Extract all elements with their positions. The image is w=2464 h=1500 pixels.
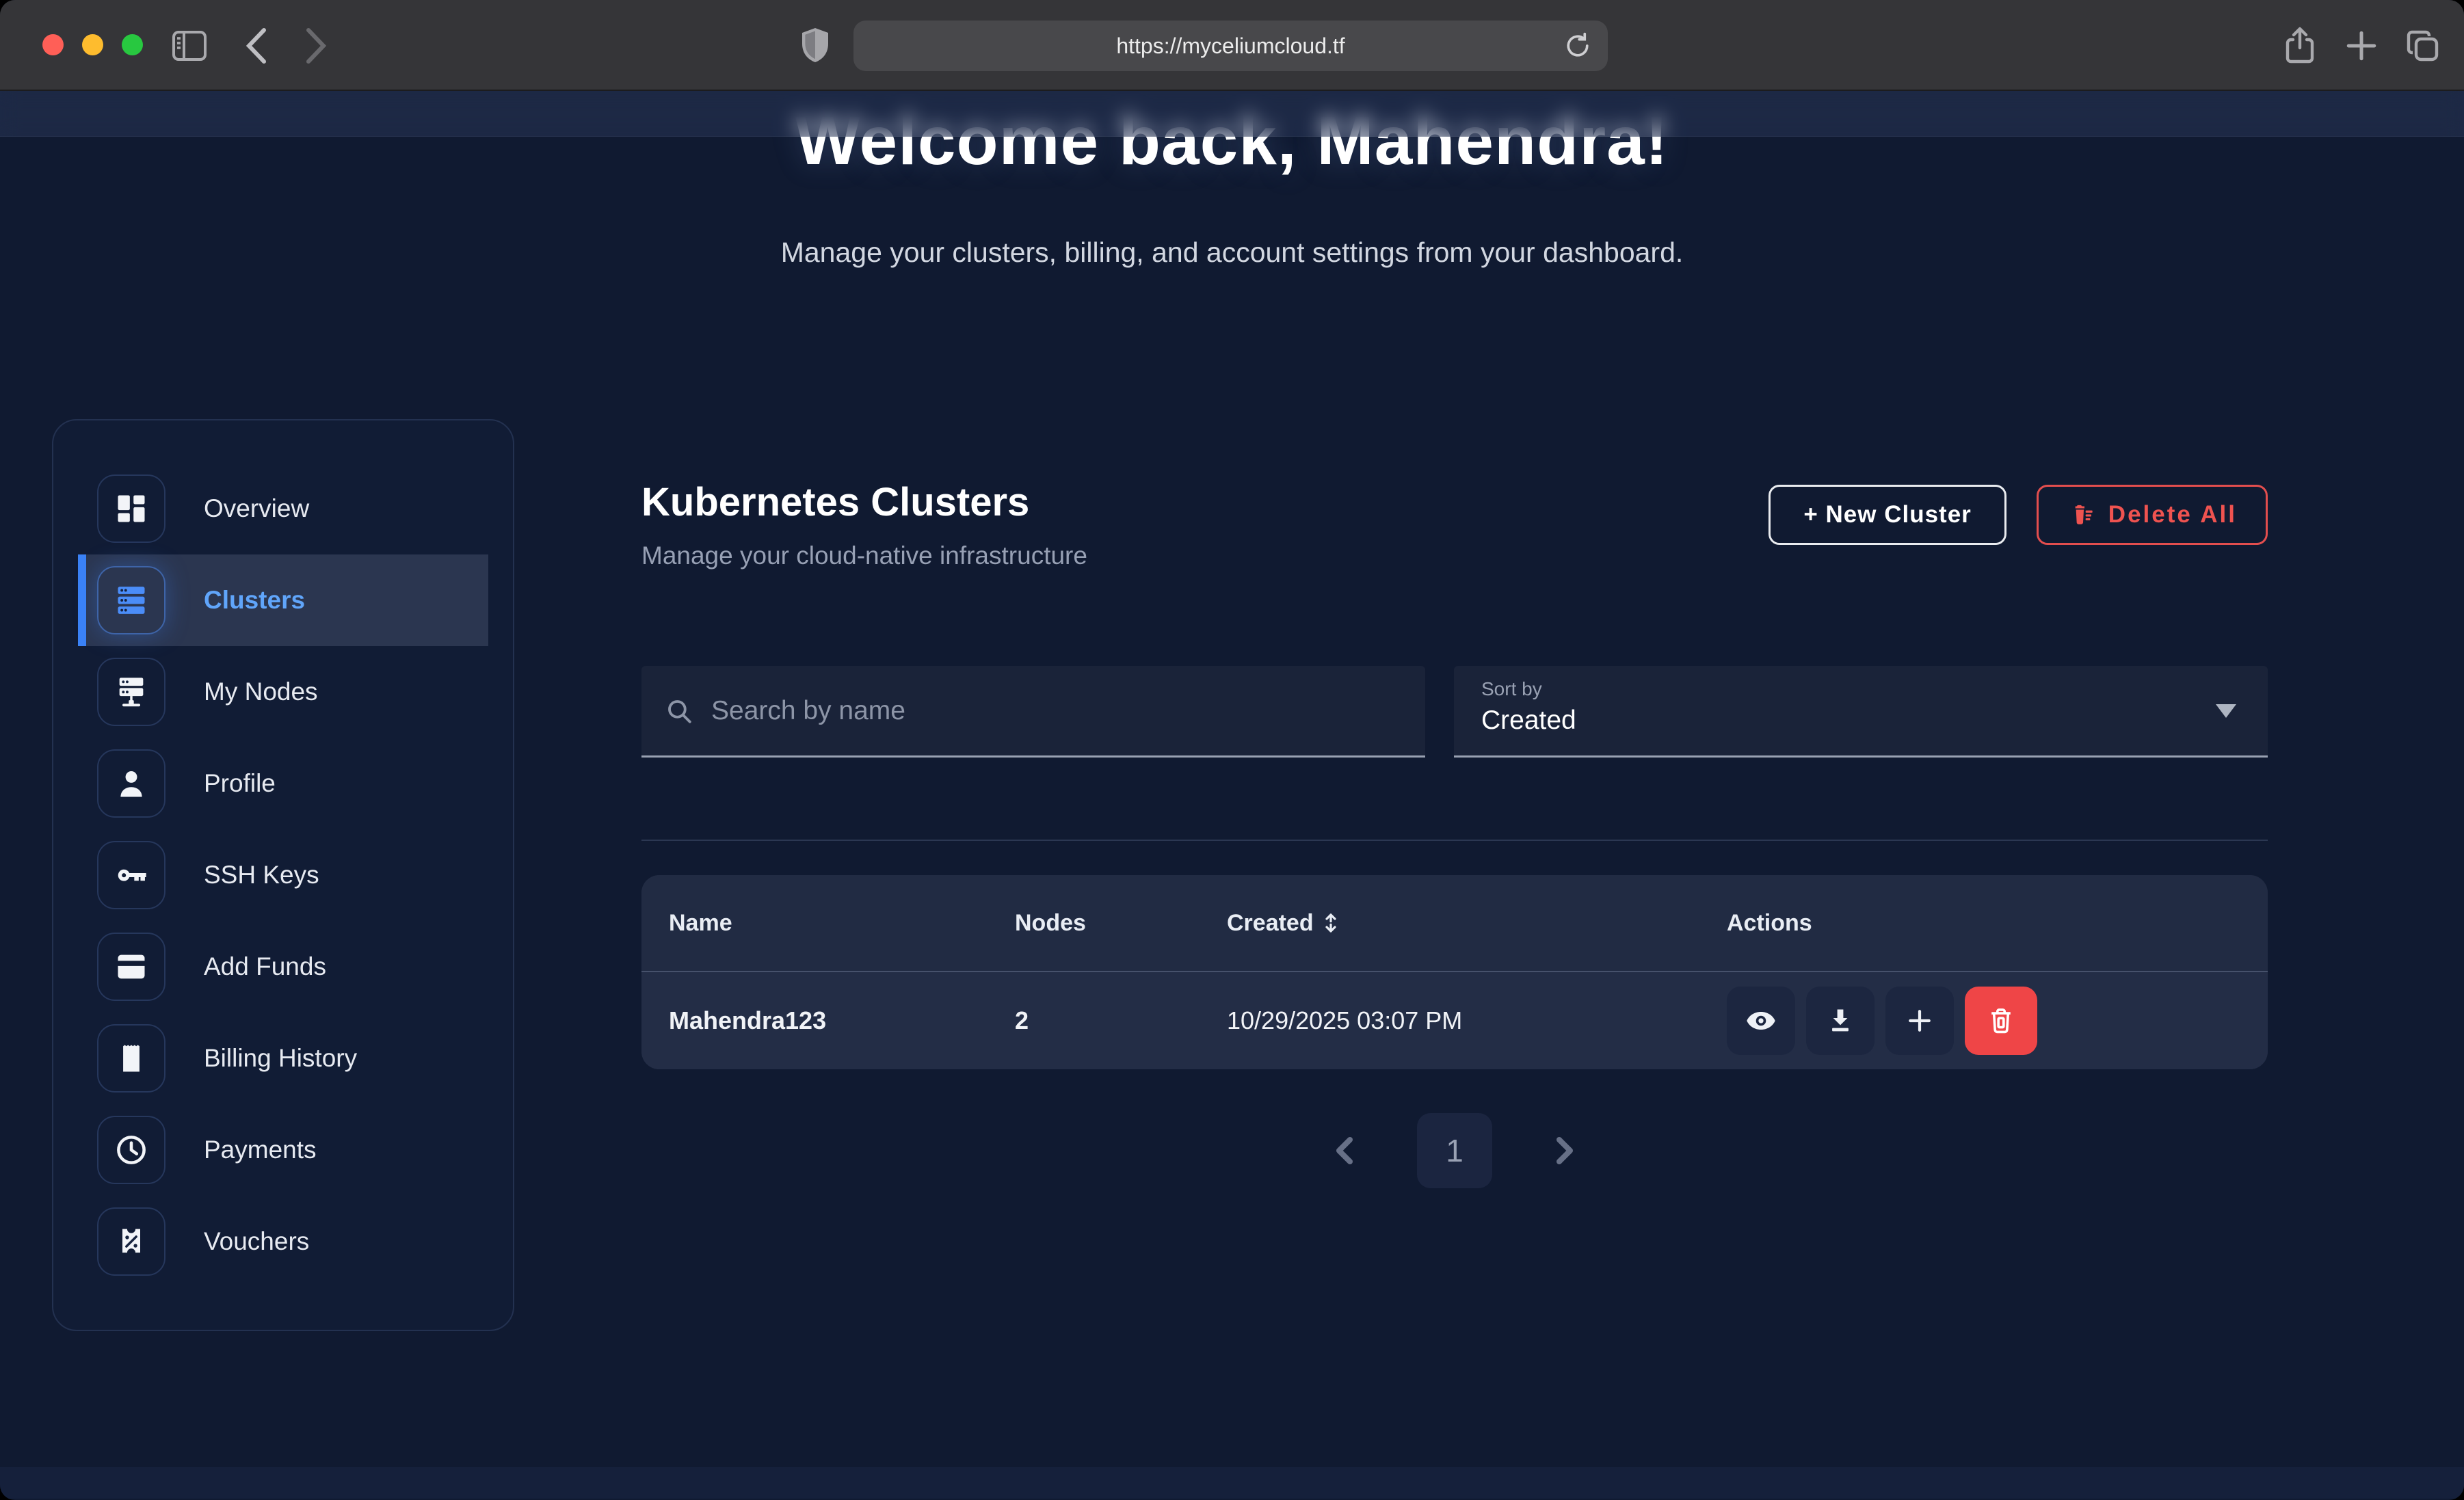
section-title: Kubernetes Clusters	[641, 479, 1087, 525]
column-header-created[interactable]: Created	[1227, 910, 1727, 937]
sidebar-item-label: Billing History	[204, 1044, 357, 1073]
eye-icon	[1745, 1005, 1777, 1036]
new-tab-icon[interactable]	[2340, 0, 2383, 91]
sidebar-item-billing-history[interactable]: Billing History	[78, 1013, 488, 1104]
sidebar-item-label: Vouchers	[204, 1227, 309, 1256]
nodes-icon	[97, 658, 165, 726]
minimize-window-button[interactable]	[82, 34, 103, 55]
search-input[interactable]	[711, 696, 1402, 726]
column-header-actions: Actions	[1727, 910, 2240, 937]
key-icon	[97, 841, 165, 909]
wallet-icon	[97, 933, 165, 1001]
browser-window: https://myceliumcloud.tf	[0, 0, 2464, 1500]
clock-icon	[97, 1116, 165, 1184]
cluster-name: Mahendra123	[669, 1006, 1015, 1035]
column-header-nodes: Nodes	[1015, 910, 1227, 937]
trash-icon	[1985, 1005, 2017, 1036]
content-layout: Overview Clusters	[0, 419, 2464, 1331]
clusters-table: Name Nodes Created Actions	[641, 875, 2268, 1069]
sort-value: Created	[1481, 706, 2240, 736]
cluster-created: 10/29/2025 03:07 PM	[1227, 1006, 1727, 1035]
sidebar-toggle-icon[interactable]	[169, 0, 210, 91]
sidebar-item-add-funds[interactable]: Add Funds	[78, 921, 488, 1013]
table-header-row: Name Nodes Created Actions	[641, 875, 2268, 972]
sidebar-item-ssh-keys[interactable]: SSH Keys	[78, 829, 488, 921]
cluster-nodes: 2	[1015, 1006, 1227, 1035]
chevron-down-icon	[2216, 704, 2236, 718]
next-page-icon[interactable]	[1551, 1134, 1578, 1167]
delete-cluster-button[interactable]	[1965, 987, 2037, 1055]
row-actions	[1727, 987, 2240, 1055]
new-cluster-button[interactable]: + New Cluster	[1768, 485, 2006, 545]
ticket-percent-icon	[97, 1207, 165, 1276]
sidebar-item-vouchers[interactable]: Vouchers	[78, 1196, 488, 1287]
share-icon[interactable]	[2278, 0, 2322, 91]
sidebar-item-label: SSH Keys	[204, 861, 319, 889]
plus-icon	[1905, 1006, 1935, 1036]
translucent-top-bar	[0, 91, 2464, 137]
zoom-window-button[interactable]	[122, 34, 143, 55]
sidebar-item-label: Add Funds	[204, 952, 326, 981]
privacy-shield-icon[interactable]	[793, 0, 837, 91]
receipt-icon	[97, 1024, 165, 1093]
table-row: Mahendra123 2 10/29/2025 03:07 PM	[641, 972, 2268, 1069]
section-divider	[641, 840, 2268, 841]
sidebar-item-label: Payments	[204, 1136, 317, 1164]
previous-page-icon[interactable]	[1331, 1134, 1358, 1167]
page-number-button[interactable]: 1	[1417, 1113, 1492, 1188]
sidebar-item-my-nodes[interactable]: My Nodes	[78, 646, 488, 738]
back-icon[interactable]	[236, 0, 277, 91]
sidebar-item-payments[interactable]: Payments	[78, 1104, 488, 1196]
delete-all-button[interactable]: Delete All	[2037, 485, 2268, 545]
user-icon	[97, 749, 165, 818]
search-icon	[665, 697, 693, 725]
add-node-button[interactable]	[1885, 987, 1954, 1055]
forward-icon[interactable]	[295, 0, 336, 91]
page-subtitle: Manage your clusters, billing, and accou…	[0, 237, 2464, 269]
pagination: 1	[641, 1113, 2268, 1188]
browser-toolbar: https://myceliumcloud.tf	[0, 0, 2464, 91]
address-bar[interactable]: https://myceliumcloud.tf	[853, 21, 1608, 71]
tab-overview-icon[interactable]	[2401, 0, 2445, 91]
delete-all-label: Delete All	[2108, 501, 2237, 528]
sort-label: Sort by	[1481, 678, 2240, 700]
url-text: https://myceliumcloud.tf	[1116, 34, 1344, 59]
search-field[interactable]	[641, 666, 1425, 758]
sidebar-item-label: Overview	[204, 494, 309, 523]
sidebar-item-overview[interactable]: Overview	[78, 463, 488, 554]
footer-band	[0, 1467, 2464, 1499]
sidebar-item-clusters[interactable]: Clusters	[78, 554, 488, 646]
view-cluster-button[interactable]	[1727, 987, 1795, 1055]
delete-sweep-icon	[2067, 501, 2095, 528]
download-icon	[1825, 1006, 1855, 1036]
download-kubeconfig-button[interactable]	[1806, 987, 1875, 1055]
section-subtitle: Manage your cloud-native infrastructure	[641, 541, 1087, 570]
reload-icon[interactable]	[1563, 31, 1593, 61]
sidebar-item-label: Profile	[204, 769, 276, 798]
sidebar-item-label: My Nodes	[204, 678, 318, 706]
sidebar-item-label: Clusters	[204, 586, 305, 615]
server-stack-icon	[97, 566, 165, 634]
clusters-main: Kubernetes Clusters Manage your cloud-na…	[641, 419, 2268, 1188]
sort-select[interactable]: Sort by Created	[1454, 666, 2268, 758]
sidebar-item-profile[interactable]: Profile	[78, 738, 488, 829]
close-window-button[interactable]	[42, 34, 64, 55]
dashboard-icon	[97, 474, 165, 543]
sidebar: Overview Clusters	[52, 419, 514, 1331]
dashboard-page: Welcome back, Mahendra! Manage your clus…	[0, 91, 2464, 1499]
column-header-name: Name	[669, 910, 1015, 937]
sort-arrows-icon	[1322, 913, 1340, 933]
window-controls	[42, 34, 143, 55]
